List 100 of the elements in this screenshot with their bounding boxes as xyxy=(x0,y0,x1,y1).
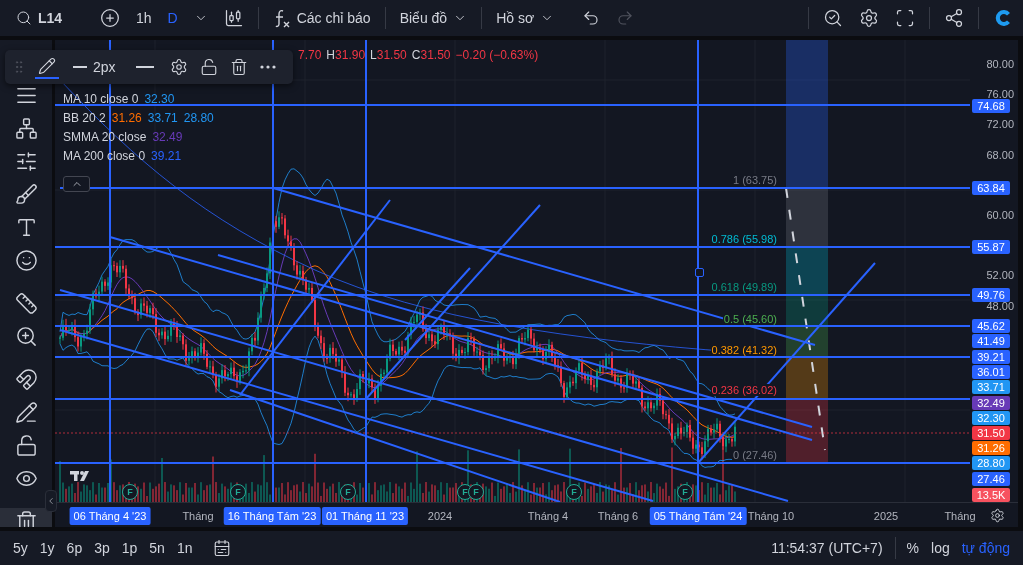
profile-menu[interactable]: Hồ sơ xyxy=(490,6,561,30)
sliders-icon xyxy=(14,150,38,173)
range-button[interactable]: 5y xyxy=(8,536,33,560)
price-label: 39.21 xyxy=(972,350,1010,364)
range-button[interactable]: 3p xyxy=(89,536,115,560)
price-label: 28.80 xyxy=(972,456,1010,470)
ohlc-value: −0.20 (−0.63%) xyxy=(455,48,539,62)
dividend-marker[interactable]: F xyxy=(468,484,484,500)
range-button[interactable]: 6p xyxy=(61,536,88,560)
time-label: 05 Tháng Tám '24 xyxy=(649,507,747,525)
calendar-icon xyxy=(213,539,232,557)
indicator-value: 33.71 xyxy=(147,111,178,125)
scale-option[interactable]: % xyxy=(901,536,924,560)
dividend-marker[interactable]: F xyxy=(122,484,138,500)
smile-icon xyxy=(14,249,38,272)
price-label: 32.49 xyxy=(972,396,1010,410)
trend-line[interactable] xyxy=(272,187,816,346)
dividend-marker[interactable]: F xyxy=(340,484,356,500)
price-tick: 60.00 xyxy=(986,210,1014,222)
ohlc-value: C31.50 xyxy=(411,48,451,62)
ohlc-value: L31.50 xyxy=(370,48,407,62)
time-label: Tháng 4 xyxy=(526,509,570,524)
search-icon xyxy=(16,10,32,26)
dividend-marker[interactable]: F xyxy=(677,484,693,500)
vertical-line[interactable] xyxy=(109,40,111,502)
price-label: 74.68 xyxy=(972,99,1010,113)
pattern-icon xyxy=(14,117,38,140)
magnet-icon xyxy=(14,368,38,391)
dividend-marker[interactable]: F xyxy=(230,484,246,500)
price-label: 33.71 xyxy=(972,380,1010,394)
fib-level-label: 0.382 (41.32) xyxy=(710,344,778,356)
trend-line[interactable] xyxy=(364,204,541,401)
ohlc-value: 7.70 xyxy=(298,48,322,62)
time-label: 2025 xyxy=(872,509,900,524)
indicator-name[interactable]: BB 20 2 xyxy=(63,111,106,125)
trend-line[interactable] xyxy=(59,329,654,502)
timezone-button[interactable]: 11:54:37 (UTC+7) xyxy=(765,536,889,560)
time-label: 01 Tháng 11 '23 xyxy=(321,507,409,525)
remove-tool[interactable] xyxy=(0,508,52,527)
price-label: 27.46 xyxy=(972,472,1010,486)
trash-icon xyxy=(229,58,248,76)
price-tick: 48.00 xyxy=(986,301,1014,312)
dividend-marker[interactable]: F xyxy=(566,484,582,500)
settings-icon xyxy=(859,8,879,28)
candlestick-icon xyxy=(223,8,244,28)
fib-level-label: 1 (63.75) xyxy=(731,174,778,186)
more-icon xyxy=(259,65,276,69)
indicator-value: 31.26 xyxy=(111,111,142,125)
indicator-value: 39.21 xyxy=(151,149,182,163)
tradingview-logo xyxy=(70,471,89,481)
trash-icon xyxy=(14,510,38,527)
price-label: 41.49 xyxy=(972,334,1010,348)
scale-option[interactable]: log xyxy=(926,536,955,560)
range-button[interactable]: 1n xyxy=(171,536,198,560)
range-button[interactable]: 1p xyxy=(116,536,143,560)
time-label: 16 Tháng Tám '23 xyxy=(223,507,321,525)
time-label: Tháng 10 xyxy=(746,509,796,524)
price-tick: 72.00 xyxy=(986,119,1014,131)
price-label: 55.87 xyxy=(972,240,1010,254)
price-tick: 52.00 xyxy=(986,270,1014,282)
scale-option[interactable]: tự động xyxy=(956,536,1015,560)
fib-level-label: 0.236 (36.02) xyxy=(710,384,778,396)
trend-line[interactable] xyxy=(109,236,813,441)
settings-icon xyxy=(169,58,188,76)
search-icon xyxy=(823,8,843,28)
fib-level-label: 0.5 (45.60) xyxy=(722,313,778,325)
undo-icon xyxy=(582,9,601,27)
settings-icon xyxy=(990,507,1005,523)
drag-handle[interactable] xyxy=(695,268,704,277)
ruler-icon xyxy=(14,292,38,315)
range-button[interactable]: 1y xyxy=(34,536,60,560)
interval-option[interactable]: 1h xyxy=(130,6,158,30)
trend-line[interactable] xyxy=(229,389,561,502)
price-label: 13.5K xyxy=(972,488,1010,502)
plus-icon xyxy=(100,8,120,28)
interval-option[interactable]: D xyxy=(161,6,184,30)
line-width-button[interactable]: 2px xyxy=(67,55,122,79)
fib-level-label: 0 (27.46) xyxy=(731,449,778,461)
price-tick: 80.00 xyxy=(986,59,1014,71)
symbol-search[interactable]: L14 xyxy=(10,6,90,30)
trend-line[interactable] xyxy=(217,254,813,428)
price-label: 31.26 xyxy=(972,441,1010,455)
indicator-value: 28.80 xyxy=(183,111,214,125)
color-button[interactable] xyxy=(35,55,59,79)
line-icon xyxy=(135,66,154,68)
chart-menu[interactable]: Biểu đồ xyxy=(393,6,474,30)
ohlc-value: H31.90 xyxy=(326,48,366,62)
range-button[interactable]: 5n xyxy=(144,536,170,560)
trend-line[interactable] xyxy=(239,199,391,396)
share-icon xyxy=(944,8,964,28)
pencil-icon xyxy=(14,401,38,424)
time-label: Tháng xyxy=(943,509,977,524)
time-label: Tháng xyxy=(181,509,215,524)
horizontal-line[interactable] xyxy=(59,187,970,189)
trend-line[interactable] xyxy=(404,267,471,341)
fib-level-label: 0.786 (55.98) xyxy=(710,233,778,245)
trend-line[interactable] xyxy=(697,262,876,464)
zoom-in-icon xyxy=(14,325,38,348)
collapse-legend-button[interactable] xyxy=(63,176,90,192)
indicators-button[interactable]: Các chỉ báo xyxy=(266,4,377,32)
